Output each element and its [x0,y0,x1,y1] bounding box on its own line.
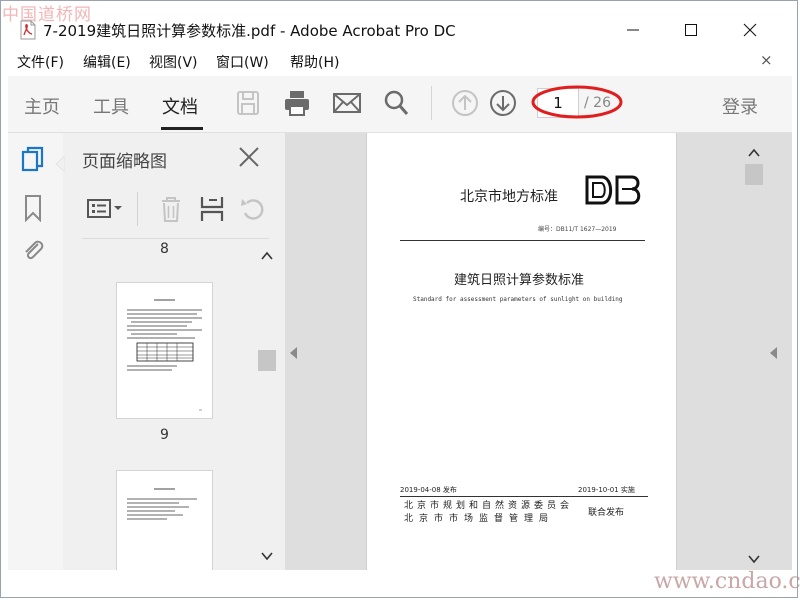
document-scrollbar[interactable] [744,143,764,570]
panel-title: 页面缩略图 [82,152,167,172]
rotate-icon[interactable] [238,194,268,224]
print-icon[interactable] [282,88,312,118]
implementation-date: 2019-10-01 实施 [578,486,635,494]
close-icon [743,23,757,37]
close-window-button[interactable] [727,14,773,46]
menu-help[interactable]: 帮助(H) [290,52,339,72]
footer-rule [400,496,648,497]
close-icon [239,147,259,167]
email-icon[interactable] [332,88,362,118]
search-icon[interactable] [381,88,411,118]
menu-file[interactable]: 文件(F) [17,52,64,72]
prev-page-icon[interactable] [450,88,480,118]
maximize-icon [685,24,697,36]
delete-icon[interactable] [156,194,186,224]
db-logo [584,174,646,206]
tab-document[interactable]: 文档 [162,93,198,119]
active-tab-indicator [161,127,203,130]
thumbnail-scrollbar[interactable] [257,243,277,570]
panel-pointer [55,156,65,172]
thumbnail-preview [127,488,197,520]
expand-right-panel-icon[interactable] [768,345,780,359]
header-rule [400,240,645,241]
panel-divider [82,238,269,239]
standard-code: 编号：DB11/T 1627—2019 [538,226,617,233]
bookmark-icon[interactable] [20,194,46,223]
window-title: 7-2019建筑日照计算参数标准.pdf - Adobe Acrobat Pro… [43,22,456,40]
tab-home[interactable]: 主页 [24,93,60,119]
panel-close-button[interactable] [237,145,261,169]
pdf-file-icon [19,20,37,40]
thumbnail-page-label-8: 8 [160,241,169,257]
panel-tools-divider [137,192,138,226]
tab-tools[interactable]: 工具 [93,93,129,119]
thumbnail-page-10[interactable] [116,470,213,570]
maximize-button[interactable] [668,14,714,46]
minimize-icon [627,29,639,31]
joint-release-label: 联合发布 [588,508,625,518]
menu-edit[interactable]: 编辑(E) [83,52,131,72]
minimize-button[interactable] [610,14,656,46]
menu-view[interactable]: 视图(V) [149,52,198,72]
document-title: 建筑日照计算参数标准 [454,273,585,288]
menu-close-button[interactable]: × [760,51,773,69]
thumbnails-icon[interactable] [20,146,46,174]
highlight-ellipse [531,85,623,119]
attachment-icon[interactable] [20,236,46,264]
menu-window[interactable]: 窗口(W) [216,52,269,72]
document-title-english: Standard for assessment parameters of su… [413,296,623,303]
issuing-org-1: 北京市规划和自然资源委员会 [404,501,574,511]
login-link[interactable]: 登录 [722,93,758,119]
standard-authority: 北京市地方标准 [460,189,558,205]
crop-icon[interactable] [197,194,227,224]
issue-date: 2019-04-08 发布 [400,486,457,494]
collapse-left-panel-icon[interactable] [288,345,300,359]
issuing-org-2: 北京市市场监督管理局 [404,514,555,524]
thumbnail-page-9[interactable] [116,282,213,419]
thumbnail-preview [127,299,202,411]
toolbar-divider [431,86,432,120]
watermark-url: www.cndao.com [654,569,800,594]
options-icon[interactable] [86,194,122,224]
next-page-icon[interactable] [488,88,518,118]
thumbnail-page-label-9: 9 [160,427,169,443]
save-icon[interactable] [233,88,263,118]
